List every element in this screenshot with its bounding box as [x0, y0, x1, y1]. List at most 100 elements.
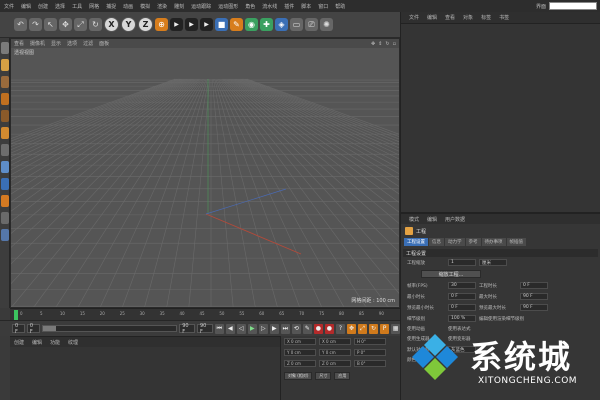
mat-menu-edit[interactable]: 编辑: [32, 339, 42, 346]
om-menu-tags[interactable]: 标签: [481, 14, 491, 21]
camera-icon[interactable]: ⎚: [305, 18, 318, 31]
prev-frame-icon[interactable]: ◁: [236, 323, 246, 334]
orbit-icon[interactable]: ↻: [385, 41, 389, 47]
key-selection-icon[interactable]: ?: [335, 323, 345, 334]
attr-menu-user-data[interactable]: 用户数据: [445, 216, 465, 223]
tab-frame-interpolation[interactable]: 帧插值: [506, 238, 526, 246]
menu-item-create[interactable]: 创建: [38, 3, 48, 10]
menu-item-script[interactable]: 脚本: [301, 3, 311, 10]
menu-item-mesh[interactable]: 网格: [89, 3, 99, 10]
menu-item-simulate[interactable]: 模拟: [140, 3, 150, 10]
max-frame-field[interactable]: 90 F: [197, 323, 213, 335]
menu-item-select[interactable]: 选择: [55, 3, 65, 10]
vp-menu-options[interactable]: 选项: [67, 40, 77, 47]
project-time-field[interactable]: 0 F: [520, 282, 548, 289]
tab-reference[interactable]: 参考: [465, 238, 481, 246]
apply-button[interactable]: 应用: [334, 372, 351, 380]
attr-menu-edit[interactable]: 编辑: [427, 216, 437, 223]
menu-item-help[interactable]: 帮助: [335, 3, 345, 10]
redo-icon[interactable]: ↷: [29, 18, 42, 31]
vp-menu-filter[interactable]: 过滤: [83, 40, 93, 47]
next-frame-icon[interactable]: ▷: [258, 323, 268, 334]
record-key-icon[interactable]: ●: [313, 323, 323, 334]
coord-size-dropdown[interactable]: 尺寸: [315, 372, 332, 380]
cube-icon[interactable]: ■: [215, 18, 228, 31]
snap-icon[interactable]: [0, 144, 9, 156]
menu-item-character[interactable]: 角色: [245, 3, 255, 10]
tab-todo[interactable]: 待办事项: [481, 238, 506, 246]
lod-check-label[interactable]: 编辑使用渲染细节级别: [479, 316, 524, 322]
maximize-icon[interactable]: ▫: [393, 41, 396, 47]
scale-unit-dropdown[interactable]: 厘米: [479, 259, 507, 266]
key-scale-icon[interactable]: ⤢: [357, 323, 367, 334]
current-frame-field[interactable]: 0 F: [26, 323, 40, 335]
start-frame-field[interactable]: 0 F: [12, 323, 25, 335]
size-x-field[interactable]: X 0 cm: [319, 338, 351, 345]
menu-item-render[interactable]: 渲染: [157, 3, 167, 10]
pos-x-field[interactable]: X 0 cm: [284, 338, 316, 345]
go-to-start-icon[interactable]: ⏮: [214, 323, 224, 334]
perspective-viewport[interactable]: 查看 摄像机 显示 选项 过滤 面板 ✥ ⇕ ↻ ▫ 透视视图 网格间距 : 1…: [10, 38, 400, 308]
mat-menu-texture[interactable]: 纹理: [68, 339, 78, 346]
range-slider[interactable]: [41, 325, 178, 332]
menu-item-sculpt[interactable]: 雕刻: [174, 3, 184, 10]
size-z-field[interactable]: Z 0 cm: [319, 360, 351, 367]
vp-menu-cameras[interactable]: 摄像机: [30, 40, 45, 47]
tweak-icon[interactable]: [0, 178, 9, 190]
play-icon[interactable]: ▶: [247, 323, 257, 334]
min-time-field[interactable]: 0 F: [448, 293, 476, 300]
live-select-icon[interactable]: ↖: [44, 18, 57, 31]
points-mode-icon[interactable]: [0, 93, 9, 105]
rotate-icon[interactable]: ↻: [89, 18, 102, 31]
coord-mode-dropdown[interactable]: 对象 (相对): [284, 372, 313, 380]
rot-h-field[interactable]: H 0°: [354, 338, 386, 345]
mat-menu-function[interactable]: 功能: [50, 339, 60, 346]
vp-menu-panel[interactable]: 面板: [99, 40, 109, 47]
menu-item-snap[interactable]: 捕捉: [106, 3, 116, 10]
move-icon[interactable]: ✥: [59, 18, 72, 31]
x-axis-button[interactable]: X: [104, 17, 119, 32]
go-to-end-icon[interactable]: ⏭: [280, 323, 290, 334]
scale-icon[interactable]: ⤢: [74, 18, 87, 31]
tab-info[interactable]: 信息: [429, 238, 444, 246]
pen-icon[interactable]: ✎: [230, 18, 243, 31]
playhead[interactable]: [14, 310, 18, 320]
mat-menu-create[interactable]: 创建: [14, 339, 24, 346]
key-position-icon[interactable]: ✥: [346, 323, 356, 334]
om-menu-bookmarks[interactable]: 书签: [499, 14, 509, 21]
menu-item-window[interactable]: 窗口: [318, 3, 328, 10]
render-picture-viewer-icon[interactable]: ▶: [185, 18, 198, 31]
tab-project-settings[interactable]: 工程设置: [404, 238, 428, 246]
om-menu-view[interactable]: 查看: [445, 14, 455, 21]
pos-y-field[interactable]: Y 0 cm: [284, 349, 316, 356]
deformer-icon[interactable]: ◈: [275, 18, 288, 31]
render-settings-icon[interactable]: ▶: [200, 18, 213, 31]
fps-field[interactable]: 30: [448, 282, 476, 289]
vp-menu-view[interactable]: 查看: [14, 40, 24, 47]
rot-p-field[interactable]: P 0°: [354, 349, 386, 356]
om-menu-objects[interactable]: 对象: [463, 14, 473, 21]
scale-project-button[interactable]: 缩放工程...: [421, 270, 481, 278]
undo-icon[interactable]: ↶: [14, 18, 27, 31]
grid-icon[interactable]: [0, 229, 9, 241]
menu-item-mograph[interactable]: 运动图形: [218, 3, 238, 10]
auto-key-icon[interactable]: ●: [324, 323, 334, 334]
coordinate-system-icon[interactable]: ⊕: [155, 18, 168, 31]
rot-b-field[interactable]: B 0°: [354, 360, 386, 367]
attr-menu-mode[interactable]: 模式: [409, 216, 419, 223]
light-icon[interactable]: ✺: [320, 18, 333, 31]
workplane-icon[interactable]: [0, 76, 9, 88]
texture-mode-icon[interactable]: [0, 59, 9, 71]
max-time-field[interactable]: 90 F: [520, 293, 548, 300]
key-param-icon[interactable]: P: [380, 323, 390, 334]
lod-field[interactable]: 100 %: [448, 315, 476, 322]
size-y-field[interactable]: Y 0 cm: [319, 349, 351, 356]
end-frame-field[interactable]: 90 F: [179, 323, 195, 335]
subdivision-icon[interactable]: ◉: [245, 18, 258, 31]
zoom-icon[interactable]: ⇕: [378, 41, 382, 47]
menu-item-plugins[interactable]: 插件: [284, 3, 294, 10]
model-mode-icon[interactable]: [0, 42, 9, 54]
menu-item-edit[interactable]: 编辑: [21, 3, 31, 10]
lock-icon[interactable]: [0, 212, 9, 224]
vp-menu-display[interactable]: 显示: [51, 40, 61, 47]
